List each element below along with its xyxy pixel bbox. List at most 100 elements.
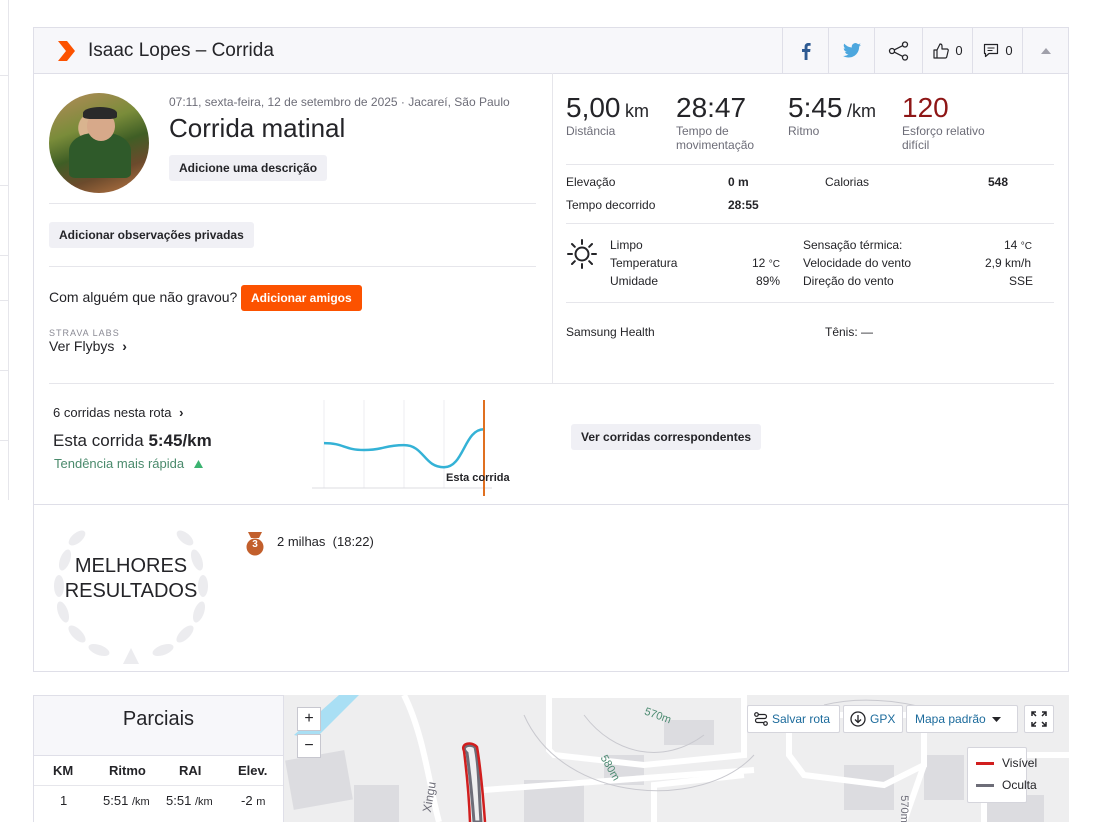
humidity-label: Umidade — [610, 274, 659, 288]
download-icon — [850, 711, 866, 727]
elapsed-time-value: 28:55 — [728, 198, 759, 212]
wind-speed-label: Velocidade do vento — [803, 256, 912, 270]
col-gap: RAI — [179, 763, 202, 778]
stat-moving-time-value: 28:47 — [676, 92, 747, 123]
share-button[interactable] — [874, 28, 923, 73]
activity-type-icon — [58, 41, 75, 61]
divider — [34, 755, 283, 756]
column-divider — [552, 73, 553, 383]
left-edge-panel — [0, 0, 9, 500]
best-results-badge: MELHORES RESULTADOS — [47, 554, 215, 604]
collapse-button[interactable] — [1022, 28, 1069, 73]
add-friends-button[interactable]: Adicionar amigos — [241, 285, 362, 311]
stat-distance-label: Distância — [566, 124, 616, 138]
kudos-button[interactable]: 0 — [922, 28, 973, 73]
add-description-button[interactable]: Adicione uma descrição — [169, 155, 328, 181]
contour-label: 570m — [897, 795, 910, 822]
divider — [49, 383, 1054, 384]
chevron-down-icon — [991, 716, 1001, 722]
this-run-pace-value: 5:45/km — [148, 431, 212, 450]
split-pace: 5:51 /km — [103, 793, 150, 808]
athlete-avatar[interactable] — [49, 93, 149, 193]
zoom-out-button[interactable]: − — [297, 734, 321, 758]
wind-direction-value: SSE — [1009, 274, 1034, 288]
best-results-line2: RESULTADOS — [64, 580, 198, 602]
best-effort-name: 2 milhas — [277, 534, 326, 549]
split-elev: -2 m — [241, 793, 265, 808]
split-pace-unit: /km — [131, 796, 150, 808]
activity-meta: 07:11, sexta-feira, 12 de setembro de 20… — [169, 95, 510, 109]
col-km: KM — [53, 763, 74, 778]
stat-moving-time-label: Tempo de movimentação — [676, 124, 755, 152]
splits-title: Parciais — [122, 708, 195, 730]
matched-runs-count: 6 corridas nesta rota — [53, 405, 172, 420]
route-map[interactable]: Xingu 570m 580m 570m + − Salvar rota GPX… — [284, 695, 1069, 822]
split-elev-value: -2 — [241, 793, 253, 808]
chevron-right-icon: › — [122, 338, 127, 354]
sun-icon — [567, 239, 597, 269]
save-route-button[interactable]: Salvar rota — [747, 705, 840, 733]
splits-table: KM Ritmo RAI Elev. 1 5:51 /km 5:51 /km -… — [34, 755, 283, 823]
view-matching-runs-button[interactable]: Ver corridas correspondentes — [571, 424, 762, 450]
splits-panel: Parciais KM Ritmo RAI Elev. 1 5:51 /km 5… — [33, 695, 284, 823]
matched-runs-link[interactable]: 6 corridas nesta rota › — [53, 405, 183, 420]
fullscreen-button[interactable] — [1024, 705, 1054, 733]
wind-direction-label: Direção do vento — [803, 274, 894, 288]
device-name: Samsung Health — [566, 325, 655, 339]
legend-visible: Visível — [976, 756, 1037, 770]
map-style-label: Mapa padrão — [915, 712, 986, 726]
stat-distance: 5,00 km Distância — [566, 92, 649, 138]
col-pace: Ritmo — [109, 763, 146, 778]
calories-label: Calorias — [825, 175, 870, 189]
pace-trend-chart — [312, 400, 492, 496]
kudos-count: 0 — [955, 43, 963, 58]
stat-pace-label: Ritmo — [788, 124, 820, 138]
share-icon — [888, 40, 909, 61]
facebook-share-button[interactable] — [782, 28, 829, 73]
comments-button[interactable]: 0 — [972, 28, 1023, 73]
add-private-notes-button[interactable]: Adicionar observações privadas — [49, 222, 254, 248]
comments-count: 0 — [1005, 43, 1013, 58]
legend-visible-swatch — [976, 761, 994, 765]
legend-hidden-swatch — [976, 783, 994, 787]
twitter-icon — [843, 43, 861, 58]
divider — [49, 266, 536, 267]
gpx-button[interactable]: GPX — [843, 705, 903, 733]
chevron-right-icon: › — [179, 405, 184, 420]
this-run-pace: Esta corrida 5:45/km — [53, 431, 212, 451]
this-run-marker-label: Esta corrida — [446, 472, 510, 484]
split-gap-value: 5:51 — [166, 793, 192, 808]
view-flybys-link[interactable]: Ver Flybys › — [49, 338, 127, 354]
with-someone-text: Com alguém que não gravou? — [49, 289, 238, 305]
caret-up-icon — [1041, 47, 1051, 54]
activity-header: Isaac Lopes – Corrida 0 0 — [34, 28, 1068, 74]
wind-speed-value: 2,9 km/h — [985, 256, 1032, 270]
feels-like-label: Sensação térmica: — [803, 238, 903, 252]
stat-pace: 5:45 /km Ritmo — [788, 92, 876, 138]
trend-text: Tendência mais rápida — [54, 456, 203, 471]
split-gap: 5:51 /km — [166, 793, 213, 808]
route-icon — [754, 712, 768, 726]
stat-relative-effort[interactable]: 120 Esforço relativo difícil — [902, 92, 1002, 152]
map-style-dropdown[interactable]: Mapa padrão — [906, 705, 1018, 733]
legend-visible-label: Visível — [1002, 756, 1038, 770]
activity-name: Corrida matinal — [169, 113, 346, 143]
zoom-in-button[interactable]: + — [297, 707, 321, 731]
feels-like-value: 14 °C — [1004, 238, 1032, 252]
best-effort-entry[interactable]: 2 milhas (18:22) — [277, 534, 374, 549]
trend-label: Tendência mais rápida — [54, 456, 185, 471]
split-gap-unit: /km — [194, 796, 213, 808]
feels-like-number: 14 — [1004, 238, 1018, 252]
shoes-info: Tênis: — — [825, 325, 874, 339]
stat-pace-unit: /km — [846, 101, 876, 121]
split-elev-unit: m — [256, 796, 266, 808]
elapsed-time-label: Tempo decorrido — [566, 198, 656, 212]
facebook-icon — [802, 42, 811, 60]
temperature-value: 12 °C — [752, 256, 780, 270]
twitter-share-button[interactable] — [828, 28, 875, 73]
elevation-value: 0 m — [728, 175, 749, 189]
header-title: Isaac Lopes – Corrida — [88, 40, 274, 61]
best-results-line1: MELHORES — [74, 555, 188, 577]
humidity-value: 89% — [756, 274, 781, 288]
fullscreen-icon — [1031, 711, 1047, 727]
